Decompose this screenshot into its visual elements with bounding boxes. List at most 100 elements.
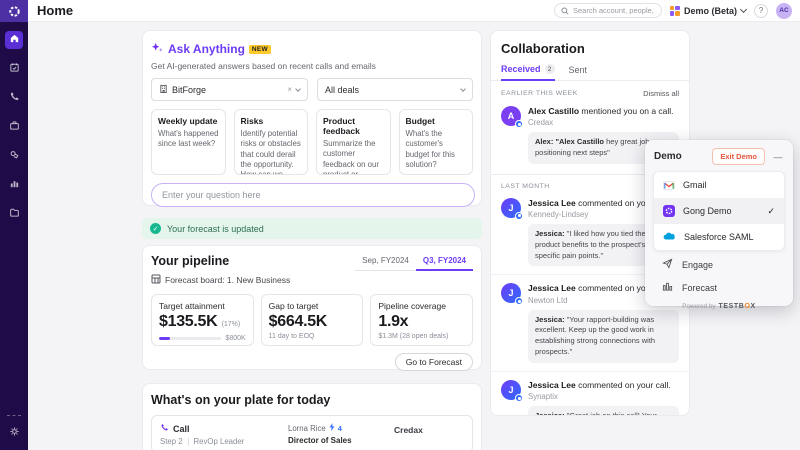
metric-target-attainment: Target attainment $135.5K (17%) $800K xyxy=(151,294,254,346)
home-icon xyxy=(9,31,20,49)
tab-sent[interactable]: Sent xyxy=(569,65,588,80)
metric-value: 1.9x xyxy=(378,313,465,331)
demo-app-gong[interactable]: Gong Demo ✓ xyxy=(654,198,784,224)
forecast-updated-banner: ✓ Your forecast is updated xyxy=(142,218,482,239)
task-row-call[interactable]: Call Step 2 RevOp Leader Lorna Rice 4 Di… xyxy=(151,415,473,450)
demo-link-engage[interactable]: Engage xyxy=(645,253,793,276)
sidebar-item-home[interactable] xyxy=(5,31,23,49)
dismiss-all-link[interactable]: Dismiss all xyxy=(643,89,679,98)
task-person-title: Director of Sales xyxy=(288,436,394,445)
section-label-earlier: EARLIER THIS WEEK xyxy=(501,90,578,97)
demo-app-label: Gmail xyxy=(683,180,707,190)
app-window: Home Demo (Beta) ? AC Ask Anything NEW xyxy=(0,0,800,450)
building-icon xyxy=(159,84,168,95)
sparkle-icon xyxy=(151,40,164,58)
minimize-icon[interactable]: — xyxy=(772,154,784,160)
chevron-down-icon xyxy=(295,86,301,92)
ask-anything-subtitle: Get AI-generated answers based on recent… xyxy=(151,61,473,71)
prompt-card-product-feedback[interactable]: Product feedback Summarize the customer … xyxy=(316,109,391,175)
exit-demo-button[interactable]: Exit Demo xyxy=(712,148,765,165)
testbox-logo: TESTBOX xyxy=(718,303,755,310)
metric-label: Target attainment xyxy=(159,301,246,311)
comment-author: Jessica Lee xyxy=(528,198,576,208)
prompt-title: Weekly update xyxy=(158,116,219,126)
sidebar-divider xyxy=(7,415,21,416)
task-person: Lorna Rice xyxy=(288,424,326,433)
powered-by-row: Powered by TESTBOX xyxy=(645,303,793,310)
comment-quote: Jessica: "Your rapport-building was exce… xyxy=(528,310,679,364)
help-button[interactable]: ? xyxy=(754,4,768,18)
sidebar-item-deals[interactable] xyxy=(5,118,23,136)
call-badge-icon xyxy=(515,394,523,402)
deals-filter-select[interactable]: All deals xyxy=(317,78,473,101)
sidebar-item-coaching[interactable] xyxy=(5,147,23,165)
gmail-icon xyxy=(663,181,675,190)
metric-percent: (17%) xyxy=(222,321,241,328)
prompt-card-weekly-update[interactable]: Weekly update What's happened since last… xyxy=(151,109,226,175)
account-filter-select[interactable]: BitForge × xyxy=(151,78,308,101)
testbox-grid-icon xyxy=(670,6,680,16)
call-phone-icon xyxy=(160,423,169,434)
plate-card: What's on your plate for today Call Step… xyxy=(142,383,482,450)
sidebar-item-library[interactable] xyxy=(5,205,23,223)
go-to-forecast-button[interactable]: Go to Forecast xyxy=(395,353,473,371)
tab-received-label: Received xyxy=(501,64,541,74)
question-input[interactable] xyxy=(151,183,475,207)
metric-label: Pipeline coverage xyxy=(378,301,465,311)
task-role: RevOp Leader xyxy=(194,437,245,446)
demo-switcher-label: Demo (Beta) xyxy=(684,6,737,16)
demo-popup-title: Demo xyxy=(654,151,682,162)
demo-app-gmail[interactable]: Gmail xyxy=(654,172,784,198)
tasks-icon xyxy=(9,60,20,78)
demo-link-label: Engage xyxy=(682,260,713,270)
global-search[interactable] xyxy=(554,3,662,18)
prompt-title: Product feedback xyxy=(323,116,384,136)
sidebar-item-stats[interactable] xyxy=(5,176,23,194)
tab-received[interactable]: Received 2 xyxy=(501,64,555,81)
sidebar-item-calls[interactable] xyxy=(5,89,23,107)
metric-gap-to-target: Gap to target $664.5K 11 day to EOQ xyxy=(261,294,364,346)
chevron-down-icon xyxy=(740,6,747,13)
tab-month[interactable]: Sep, FY2024 xyxy=(355,254,416,271)
briefcase-icon xyxy=(9,118,20,136)
tab-quarter[interactable]: Q3, FY2024 xyxy=(416,254,473,271)
new-badge: NEW xyxy=(249,45,271,54)
user-avatar[interactable]: AC xyxy=(776,3,792,19)
avatar: J xyxy=(501,283,521,303)
sidebar-item-todos[interactable] xyxy=(5,60,23,78)
mention-company: Credax xyxy=(528,118,674,127)
gong-logo-icon[interactable] xyxy=(0,0,28,22)
demo-app-salesforce[interactable]: Salesforce SAML xyxy=(654,224,784,250)
page-title: Home xyxy=(37,3,73,18)
metric-sub: 11 day to EOQ xyxy=(269,333,356,340)
prompt-title: Risks xyxy=(241,116,302,126)
metric-label: Gap to target xyxy=(269,301,356,311)
clear-filter-icon[interactable]: × xyxy=(287,85,292,94)
sidebar-item-settings[interactable] xyxy=(5,424,23,442)
metric-pipeline-coverage: Pipeline coverage 1.9x $1.3M (28 open de… xyxy=(370,294,473,346)
metric-sub: $1.3M (28 open deals) xyxy=(378,333,465,340)
demo-link-forecast[interactable]: Forecast xyxy=(645,276,793,299)
search-icon xyxy=(561,2,569,20)
attainment-progress-bar xyxy=(159,337,221,340)
divider xyxy=(188,438,189,446)
mention-action: mentioned you on a call. xyxy=(579,106,674,116)
metric-value: $135.5K xyxy=(159,313,217,330)
prompt-card-budget[interactable]: Budget What's the customer's budget for … xyxy=(399,109,474,175)
paper-plane-icon xyxy=(662,258,673,271)
plate-title: What's on your plate for today xyxy=(151,393,473,407)
deals-filter-value: All deals xyxy=(325,85,359,95)
demo-switcher-button[interactable]: Demo (Beta) xyxy=(670,6,746,16)
task-account[interactable]: Credax xyxy=(394,425,423,435)
feed-item-comment[interactable]: J Jessica Lee commented on your call. Sy… xyxy=(491,371,689,416)
search-input[interactable] xyxy=(573,6,655,15)
ask-anything-card: Ask Anything NEW Get AI-generated answer… xyxy=(142,30,482,206)
forecast-banner-text: Your forecast is updated xyxy=(167,224,264,234)
account-filter-value: BitForge xyxy=(172,85,206,95)
avatar: A xyxy=(501,106,521,126)
salesforce-icon xyxy=(663,232,676,243)
forecast-board-label[interactable]: Forecast board: 1. New Business xyxy=(165,275,290,285)
prompt-card-risks[interactable]: Risks Identify potential risks or obstac… xyxy=(234,109,309,175)
pipeline-period-tabs: Sep, FY2024 Q3, FY2024 xyxy=(355,254,473,271)
demo-popup: Demo Exit Demo — Gmail Gong Demo ✓ Sales… xyxy=(645,140,793,306)
